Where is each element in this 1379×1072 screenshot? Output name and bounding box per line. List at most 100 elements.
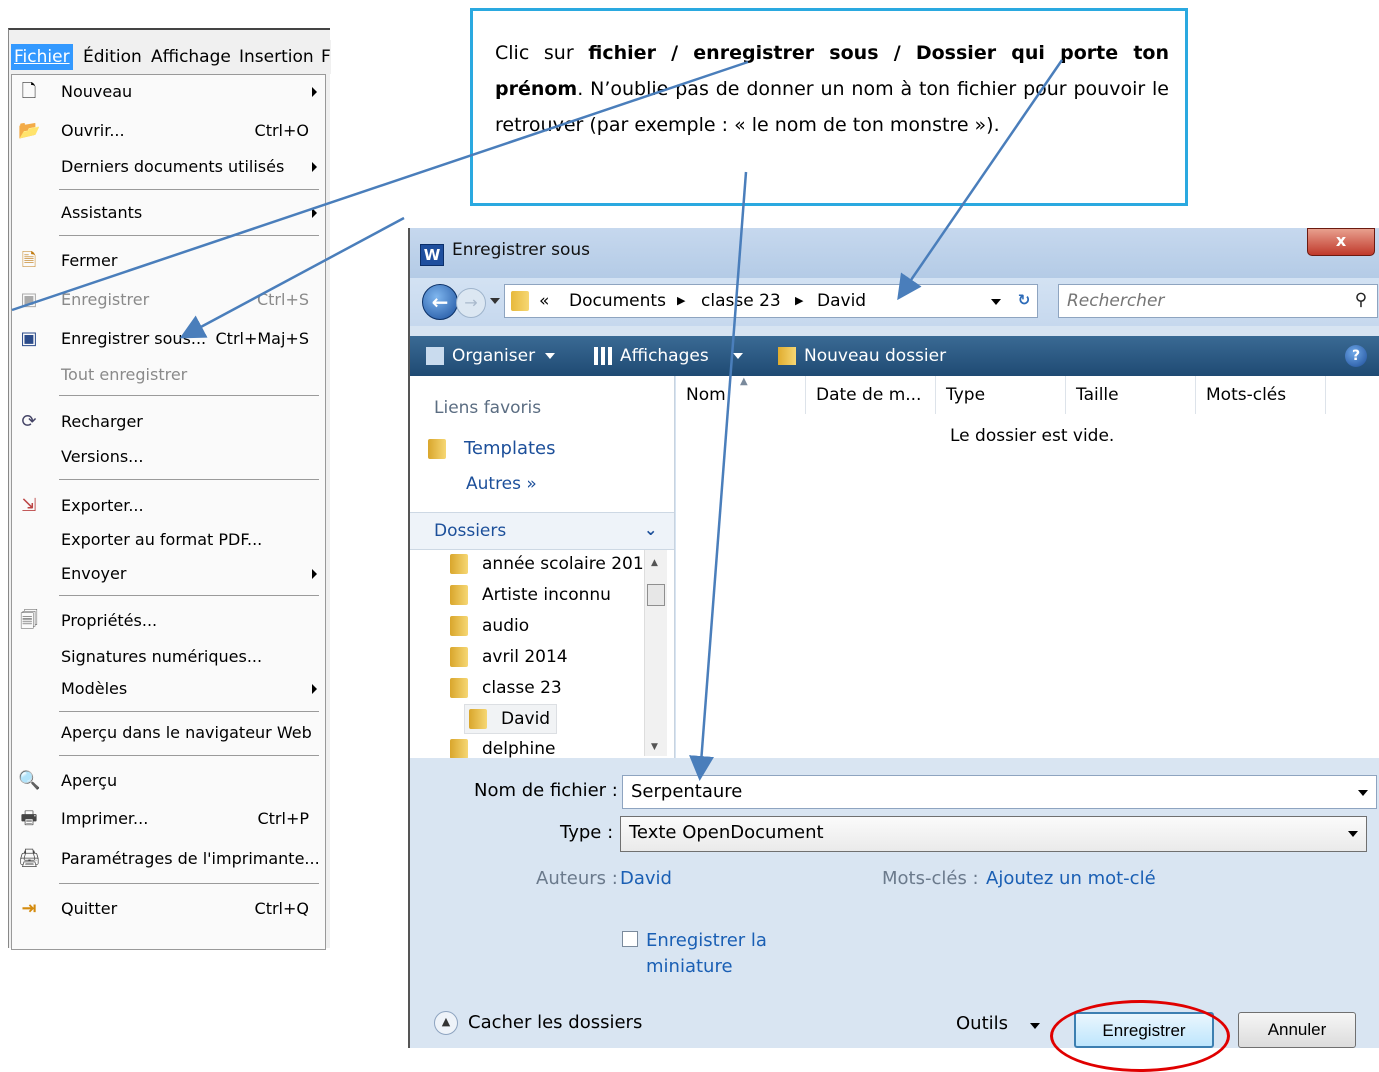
breadcrumb-david[interactable]: David	[817, 285, 866, 317]
authors-value[interactable]: David	[620, 868, 672, 889]
menu-item-exporter-pdf[interactable]: Exporter au format PDF...	[12, 523, 325, 557]
menu-item-quitter[interactable]: ⇥ Quitter Ctrl+Q	[12, 892, 325, 926]
menu-item-label: Tout enregistrer	[61, 365, 188, 384]
menu-item-recharger[interactable]: ⟳ Recharger	[12, 405, 325, 439]
menu-item-modeles[interactable]: Modèles	[12, 672, 325, 706]
menu-item-parametrages-imprimante[interactable]: 🖨 Paramétrages de l'imprimante...	[12, 842, 325, 876]
chevron-down-icon[interactable]	[1358, 790, 1368, 796]
cancel-button[interactable]: Annuler	[1238, 1012, 1356, 1048]
quit-icon: ⇥	[21, 898, 37, 919]
type-select[interactable]: Texte OpenDocument	[620, 816, 1367, 852]
folder-avril-2014[interactable]: avril 2014	[450, 643, 568, 671]
forward-arrow-icon[interactable]: →	[456, 288, 486, 318]
menu-fichier[interactable]: Fichier	[11, 44, 73, 70]
column-header-type[interactable]: Type	[936, 376, 1066, 414]
submenu-arrow-icon	[312, 162, 317, 172]
blank-page-icon: 🗋	[21, 81, 37, 102]
menu-item-shortcut: Ctrl+S	[256, 290, 309, 309]
search-icon[interactable]: ⚲	[1351, 290, 1371, 310]
tools-button[interactable]: Outils	[956, 1013, 1008, 1034]
printer-icon: 🖶	[20, 808, 38, 829]
folders-header[interactable]: Dossiers ⌄	[410, 512, 674, 550]
menu-insertion[interactable]: Insertion	[239, 44, 314, 70]
search-box[interactable]: ⚲	[1058, 284, 1378, 318]
views-button[interactable]: Affichages	[594, 336, 743, 376]
scrollbar-thumb[interactable]	[647, 584, 665, 606]
folder-audio[interactable]: audio	[450, 612, 529, 640]
save-thumbnail-checkbox[interactable]	[622, 931, 638, 947]
favorite-autres[interactable]: Autres »	[466, 474, 537, 494]
refresh-icon[interactable]: ↻	[1013, 289, 1035, 311]
folder-david-selected[interactable]: David	[464, 704, 558, 734]
breadcrumb-overflow[interactable]: «	[539, 285, 549, 317]
menu-item-versions[interactable]: Versions...	[12, 440, 325, 474]
chevron-down-icon[interactable]: ⌄	[644, 513, 657, 547]
address-dropdown-icon[interactable]	[991, 299, 1001, 305]
menu-item-label: Envoyer	[61, 564, 127, 583]
folder-annee-scolaire[interactable]: année scolaire 201(	[450, 550, 650, 578]
scroll-up-icon[interactable]: ▲	[651, 558, 658, 568]
menu-item-proprietes[interactable]: 🗐 Propriétés...	[12, 604, 325, 638]
folder-artiste-inconnu[interactable]: Artiste inconnu	[450, 581, 611, 609]
help-icon[interactable]: ?	[1345, 345, 1367, 367]
menu-affichage[interactable]: Affichage	[151, 44, 231, 70]
breadcrumb-classe-23[interactable]: classe 23	[701, 285, 781, 317]
address-bar[interactable]: « Documents ▶ classe 23 ▶ David ↻	[504, 284, 1038, 318]
menu-item-shortcut: Ctrl+O	[254, 121, 309, 140]
menu-item-label: Derniers documents utilisés	[61, 157, 285, 176]
menu-item-envoyer[interactable]: Envoyer	[12, 557, 325, 591]
favorite-templates[interactable]: Templates	[428, 438, 556, 459]
menu-edition[interactable]: Édition	[83, 44, 142, 70]
chevron-right-icon[interactable]: ▶	[677, 285, 685, 317]
scroll-down-icon[interactable]: ▼	[651, 742, 658, 752]
filename-input[interactable]: Serpentaure	[622, 775, 1377, 809]
submenu-arrow-icon	[312, 87, 317, 97]
menu-item-label: Propriétés...	[61, 611, 158, 630]
search-input[interactable]	[1067, 285, 1327, 317]
authors-label: Auteurs :	[536, 868, 618, 889]
column-header-taille[interactable]: Taille	[1066, 376, 1196, 414]
menu-item-assistants[interactable]: Assistants	[12, 196, 325, 230]
menu-item-derniers-documents[interactable]: Derniers documents utilisés	[12, 150, 325, 184]
folder-label: Artiste inconnu	[482, 585, 611, 605]
chevron-down-icon[interactable]	[1030, 1023, 1040, 1029]
menu-item-label: Enregistrer	[61, 290, 150, 309]
hide-folders-button[interactable]: ▲ Cacher les dossiers	[434, 1011, 642, 1035]
chevron-down-icon[interactable]	[1348, 831, 1358, 837]
menu-separator	[59, 395, 319, 396]
organize-button[interactable]: Organiser	[426, 336, 556, 376]
organize-label: Organiser	[452, 346, 536, 366]
tags-input[interactable]: Ajoutez un mot-clé	[986, 868, 1156, 889]
folders-scrollbar[interactable]: ▲ ▼	[644, 550, 667, 756]
menu-item-nouveau[interactable]: 🗋 Nouveau	[12, 75, 325, 109]
submenu-arrow-icon	[312, 569, 317, 579]
menu-format[interactable]: F	[321, 44, 331, 70]
empty-folder-message: Le dossier est vide.	[950, 426, 1115, 446]
menu-item-signatures[interactable]: Signatures numériques...	[12, 640, 325, 674]
menu-item-exporter[interactable]: ⇲ Exporter...	[12, 489, 325, 523]
menu-item-ouvrir[interactable]: 📂 Ouvrir... Ctrl+O	[12, 114, 325, 148]
new-folder-button[interactable]: Nouveau dossier	[778, 336, 946, 376]
chevron-up-icon: ▲	[434, 1011, 458, 1035]
column-header-date[interactable]: Date de m...	[806, 376, 936, 414]
menu-item-label: Recharger	[61, 412, 143, 431]
chevron-right-icon[interactable]: ▶	[795, 285, 803, 317]
menu-item-apercu-web[interactable]: Aperçu dans le navigateur Web	[12, 716, 325, 750]
history-dropdown-icon[interactable]	[490, 298, 500, 304]
folder-classe-23[interactable]: classe 23	[450, 674, 562, 702]
save-thumbnail-label[interactable]: Enregistrer la miniature	[646, 928, 786, 980]
folder-icon	[511, 291, 529, 311]
breadcrumb-documents[interactable]: Documents	[569, 285, 666, 317]
export-icon: ⇲	[21, 495, 37, 516]
sort-ascending-icon: ▲	[740, 376, 748, 387]
folder-icon	[428, 439, 446, 459]
menu-item-apercu[interactable]: 🔍 Aperçu	[12, 764, 325, 798]
column-header-mots-cles[interactable]: Mots-clés	[1196, 376, 1326, 414]
close-button[interactable]: x	[1307, 228, 1375, 256]
back-arrow-icon[interactable]: ←	[422, 284, 458, 320]
folder-icon	[450, 585, 468, 605]
menu-item-enregistrer-sous[interactable]: ▣ Enregistrer sous... Ctrl+Maj+S	[12, 322, 325, 356]
menu-item-fermer[interactable]: 🗎 Fermer	[12, 244, 325, 278]
menu-item-imprimer[interactable]: 🖶 Imprimer... Ctrl+P	[12, 802, 325, 836]
menu-item-label: Nouveau	[61, 82, 133, 101]
